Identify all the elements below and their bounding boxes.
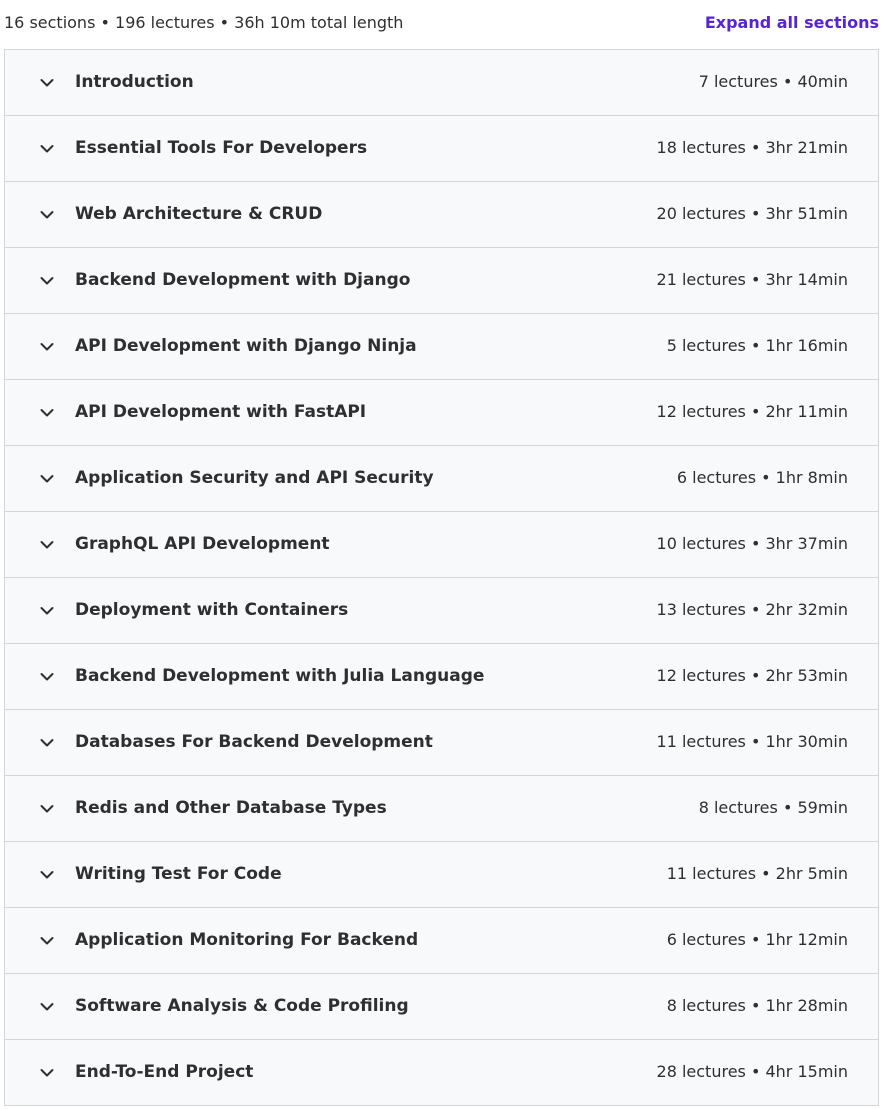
curriculum-summary-bar: 16 sections • 196 lectures • 36h 10m tot… [0,0,883,49]
section-meta: 13 lectures • 2hr 32min [656,600,848,619]
expand-all-sections-button[interactable]: Expand all sections [705,12,879,34]
section-meta: 12 lectures • 2hr 53min [656,666,848,685]
section-meta: 7 lectures • 40min [698,72,848,91]
section-title: GraphQL API Development [75,534,330,554]
chevron-down-icon[interactable] [38,866,56,884]
section-row[interactable]: Introduction 7 lectures • 40min [5,50,878,116]
section-meta: 5 lectures • 1hr 16min [666,336,848,355]
section-meta: 21 lectures • 3hr 14min [656,270,848,289]
section-title: End-To-End Project [75,1062,254,1082]
chevron-down-icon[interactable] [38,272,56,290]
section-meta: 12 lectures • 2hr 11min [656,402,848,421]
section-row[interactable]: GraphQL API Development 10 lectures • 3h… [5,512,878,578]
section-meta: 28 lectures • 4hr 15min [656,1062,848,1081]
chevron-down-icon[interactable] [38,140,56,158]
section-title: Web Architecture & CRUD [75,204,323,224]
chevron-down-icon[interactable] [38,1064,56,1082]
chevron-down-icon[interactable] [38,74,56,92]
section-title: API Development with FastAPI [75,402,367,422]
section-meta: 8 lectures • 59min [698,798,848,817]
section-row[interactable]: Software Analysis & Code Profiling 8 lec… [5,974,878,1040]
section-row[interactable]: Databases For Backend Development 11 lec… [5,710,878,776]
chevron-down-icon[interactable] [38,998,56,1016]
chevron-down-icon[interactable] [38,668,56,686]
section-meta: 10 lectures • 3hr 37min [656,534,848,553]
section-row[interactable]: Deployment with Containers 13 lectures •… [5,578,878,644]
section-row[interactable]: Application Security and API Security 6 … [5,446,878,512]
section-row[interactable]: Application Monitoring For Backend 6 lec… [5,908,878,974]
section-row[interactable]: Backend Development with Julia Language … [5,644,878,710]
section-meta: 6 lectures • 1hr 8min [676,468,848,487]
section-title: Backend Development with Julia Language [75,666,485,686]
section-title: API Development with Django Ninja [75,336,417,356]
section-row[interactable]: Redis and Other Database Types 8 lecture… [5,776,878,842]
section-title: Databases For Backend Development [75,732,433,752]
section-title: Deployment with Containers [75,600,349,620]
section-meta: 6 lectures • 1hr 12min [666,930,848,949]
section-meta: 20 lectures • 3hr 51min [656,204,848,223]
section-title: Redis and Other Database Types [75,798,387,818]
section-title: Introduction [75,72,194,92]
chevron-down-icon[interactable] [38,404,56,422]
chevron-down-icon[interactable] [38,536,56,554]
section-title: Application Monitoring For Backend [75,930,419,950]
section-row[interactable]: Essential Tools For Developers 18 lectur… [5,116,878,182]
section-meta: 18 lectures • 3hr 21min [656,138,848,157]
section-title: Backend Development with Django [75,270,411,290]
chevron-down-icon[interactable] [38,338,56,356]
section-meta: 11 lectures • 1hr 30min [656,732,848,751]
chevron-down-icon[interactable] [38,932,56,950]
section-title: Software Analysis & Code Profiling [75,996,409,1016]
section-row[interactable]: API Development with FastAPI 12 lectures… [5,380,878,446]
chevron-down-icon[interactable] [38,470,56,488]
chevron-down-icon[interactable] [38,206,56,224]
section-title: Application Security and API Security [75,468,434,488]
chevron-down-icon[interactable] [38,800,56,818]
curriculum-summary-text: 16 sections • 196 lectures • 36h 10m tot… [4,13,404,32]
section-row[interactable]: API Development with Django Ninja 5 lect… [5,314,878,380]
section-meta: 8 lectures • 1hr 28min [666,996,848,1015]
chevron-down-icon[interactable] [38,734,56,752]
section-meta: 11 lectures • 2hr 5min [666,864,848,883]
section-row[interactable]: Web Architecture & CRUD 20 lectures • 3h… [5,182,878,248]
section-row[interactable]: Writing Test For Code 11 lectures • 2hr … [5,842,878,908]
section-title: Essential Tools For Developers [75,138,368,158]
section-title: Writing Test For Code [75,864,282,884]
section-list: Introduction 7 lectures • 40min Essentia… [4,49,879,1106]
section-row[interactable]: End-To-End Project 28 lectures • 4hr 15m… [5,1040,878,1106]
section-row[interactable]: Backend Development with Django 21 lectu… [5,248,878,314]
chevron-down-icon[interactable] [38,602,56,620]
